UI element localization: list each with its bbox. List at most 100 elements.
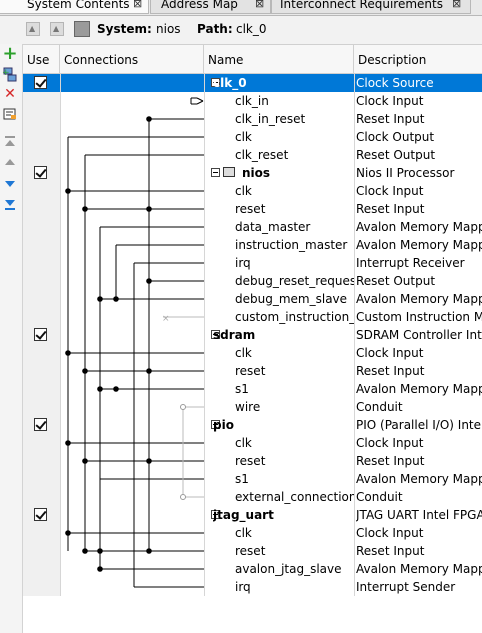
port-name: external_connection	[235, 490, 355, 504]
component-name: clk_0	[213, 76, 247, 90]
column-divider	[60, 74, 61, 596]
description-cell: Avalon Memory Mapped Slave	[356, 382, 482, 396]
port-name: avalon_jtag_slave	[235, 562, 342, 576]
description-cell: Avalon Memory Mapped Master	[356, 220, 482, 234]
close-icon[interactable]: ⊠	[133, 0, 142, 12]
component-name: pio	[213, 418, 234, 432]
description-cell: Nios II Processor	[356, 166, 455, 180]
port-name: reset	[235, 364, 266, 378]
connection-dot	[97, 566, 103, 572]
column-description[interactable]: Description	[354, 45, 482, 73]
tab-interconnect-requirements[interactable]: Interconnect Requirements ⊠	[271, 0, 471, 14]
edit-icon[interactable]	[2, 106, 18, 122]
description-cell: Reset Input	[356, 112, 425, 126]
column-divider	[354, 74, 355, 596]
column-divider	[204, 74, 205, 596]
edit-parameters-icon	[3, 108, 16, 120]
navigate-up-button[interactable]: ▲	[50, 22, 64, 36]
move-down-icon[interactable]	[2, 176, 18, 192]
description-cell: Reset Input	[356, 202, 425, 216]
add-subsystem-icon[interactable]: +	[2, 66, 18, 82]
column-name[interactable]: Name	[204, 45, 354, 73]
close-icon[interactable]: ⊠	[452, 0, 461, 12]
move-up-icon[interactable]	[2, 154, 18, 170]
description-cell: Reset Input	[356, 544, 425, 558]
system-icon	[74, 21, 90, 37]
navigate-top-button[interactable]: ▲	[26, 22, 40, 36]
port-name: clk	[235, 184, 252, 198]
tab-address-map[interactable]: Address Map ⊠	[150, 0, 271, 14]
connection-dot	[82, 368, 88, 374]
column-use[interactable]: Use	[23, 45, 60, 73]
description-cell: Avalon Memory Mapped Slave	[356, 562, 482, 576]
description-cell: Clock Output	[356, 130, 435, 144]
system-label: System:	[97, 22, 152, 36]
up-top-icon: ▲	[29, 24, 36, 33]
connection-dot	[146, 278, 152, 284]
column-connections[interactable]: Connections	[60, 45, 204, 73]
description-cell: Clock Input	[356, 436, 424, 450]
connections-graph[interactable]: ×	[23, 74, 204, 596]
description-cell: Conduit	[356, 490, 403, 504]
connection-dot	[113, 296, 119, 302]
port-name: clk	[235, 436, 252, 450]
port-name: clk_reset	[235, 148, 289, 162]
connection-dot	[146, 368, 152, 374]
path-toolbar: ▲ ▲ System: nios Path: clk_0	[0, 16, 482, 45]
move-up-glyph	[5, 159, 15, 165]
description-cell: Avalon Memory Mapped Slave	[356, 472, 482, 486]
table-header: Use Connections Name Description	[23, 45, 482, 74]
add-icon[interactable]: +	[2, 45, 18, 63]
processor-icon	[223, 167, 235, 177]
port-name: data_master	[235, 220, 311, 234]
side-toolbar: + + ✕	[0, 44, 23, 633]
tab-label: System Contents	[27, 0, 130, 11]
connection-dot	[82, 548, 88, 554]
port-name: reset	[235, 454, 266, 468]
collapse-icon[interactable]	[211, 168, 220, 177]
unconnected-marker: ×	[162, 314, 170, 324]
move-bottom-icon[interactable]	[2, 196, 18, 212]
connection-dot	[65, 530, 71, 536]
port-name: debug_reset_request	[235, 274, 355, 288]
port-name: reset	[235, 202, 266, 216]
description-cell: Clock Source	[356, 76, 434, 90]
description-cell: Clock Input	[356, 94, 424, 108]
port-name: irq	[235, 256, 251, 270]
tab-bar: System Contents ⊠ Address Map ⊠ Intercon…	[0, 0, 482, 16]
description-cell: Clock Input	[356, 346, 424, 360]
port-name: custom_instruction_master	[235, 310, 355, 324]
tab-label: Address Map	[161, 0, 238, 11]
svg-text:+: +	[2, 68, 10, 78]
open-connection-dot	[180, 494, 186, 500]
connection-dot	[146, 206, 152, 212]
component-name: jtag_uart	[213, 508, 274, 522]
move-bottom-glyph	[5, 200, 15, 210]
connection-wire	[196, 97, 204, 102]
connection-dot	[97, 548, 103, 554]
description-cell: Reset Output	[356, 148, 436, 162]
description-cell: Avalon Memory Mapped Slave	[356, 292, 482, 306]
port-name: clk	[235, 130, 252, 144]
port-name: s1	[235, 472, 249, 486]
connection-dot	[65, 350, 71, 356]
connection-dot	[65, 440, 71, 446]
description-cell: Clock Input	[356, 184, 424, 198]
component-name: nios	[242, 166, 271, 180]
description-cell: Avalon Memory Mapped Master	[356, 238, 482, 252]
description-cell: Clock Input	[356, 526, 424, 540]
port-name: wire	[235, 400, 261, 414]
tab-label: Interconnect Requirements	[280, 0, 443, 11]
connection-dot	[82, 458, 88, 464]
connection-wire	[196, 100, 204, 105]
move-top-icon[interactable]	[2, 134, 18, 150]
description-cell: Interrupt Sender	[356, 580, 456, 594]
description-cell: Reset Input	[356, 364, 425, 378]
port-name: clk	[235, 526, 252, 540]
remove-icon[interactable]: ✕	[2, 86, 18, 102]
connection-dot	[146, 116, 152, 122]
close-icon[interactable]: ⊠	[255, 0, 264, 12]
port-name: clk_in_reset	[235, 112, 306, 126]
port-name: irq	[235, 580, 251, 594]
tab-system-contents[interactable]: System Contents ⊠	[0, 0, 149, 14]
